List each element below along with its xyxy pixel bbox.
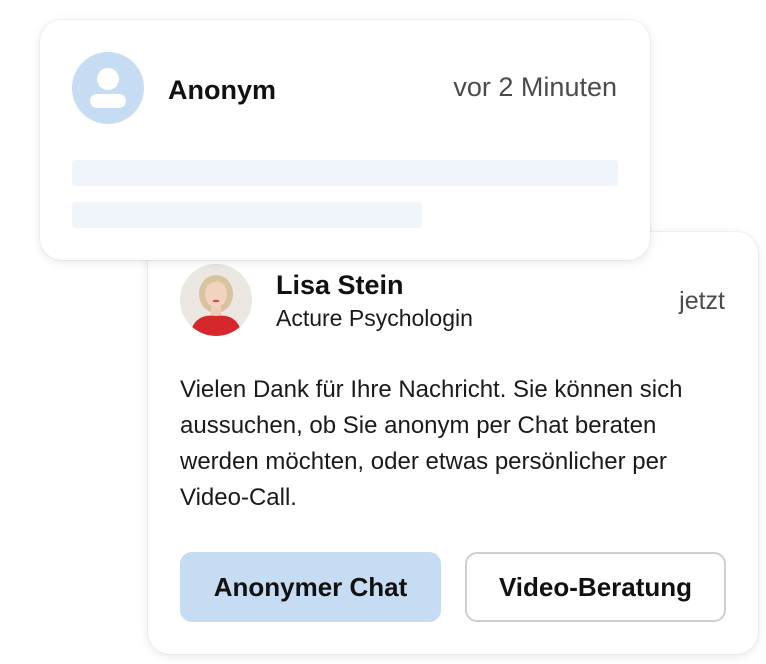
message-text: Vielen Dank für Ihre Nachricht. Sie könn… (180, 376, 683, 511)
sender-name: Lisa Stein (276, 270, 404, 300)
reply-card: Lisa Stein Acture Psychologin jetzt Viel… (148, 232, 758, 654)
avatar (180, 264, 252, 336)
video-consultation-button[interactable]: Video-Beratung (465, 552, 726, 622)
message-placeholder-line (72, 160, 618, 186)
message-timestamp: vor 2 Minuten (453, 72, 617, 102)
message-timestamp: jetzt (679, 287, 725, 315)
avatar (72, 52, 144, 124)
sender-role: Acture Psychologin (276, 305, 473, 331)
chat-preview: Lisa Stein Acture Psychologin jetzt Viel… (0, 0, 766, 664)
anonymous-message-card: Anonym vor 2 Minuten (40, 20, 650, 260)
psychologist-photo (180, 264, 252, 336)
user-icon (90, 68, 126, 108)
anonymous-chat-button[interactable]: Anonymer Chat (180, 552, 441, 622)
message-placeholder-line (72, 202, 422, 228)
sender-name: Anonym (168, 75, 276, 105)
